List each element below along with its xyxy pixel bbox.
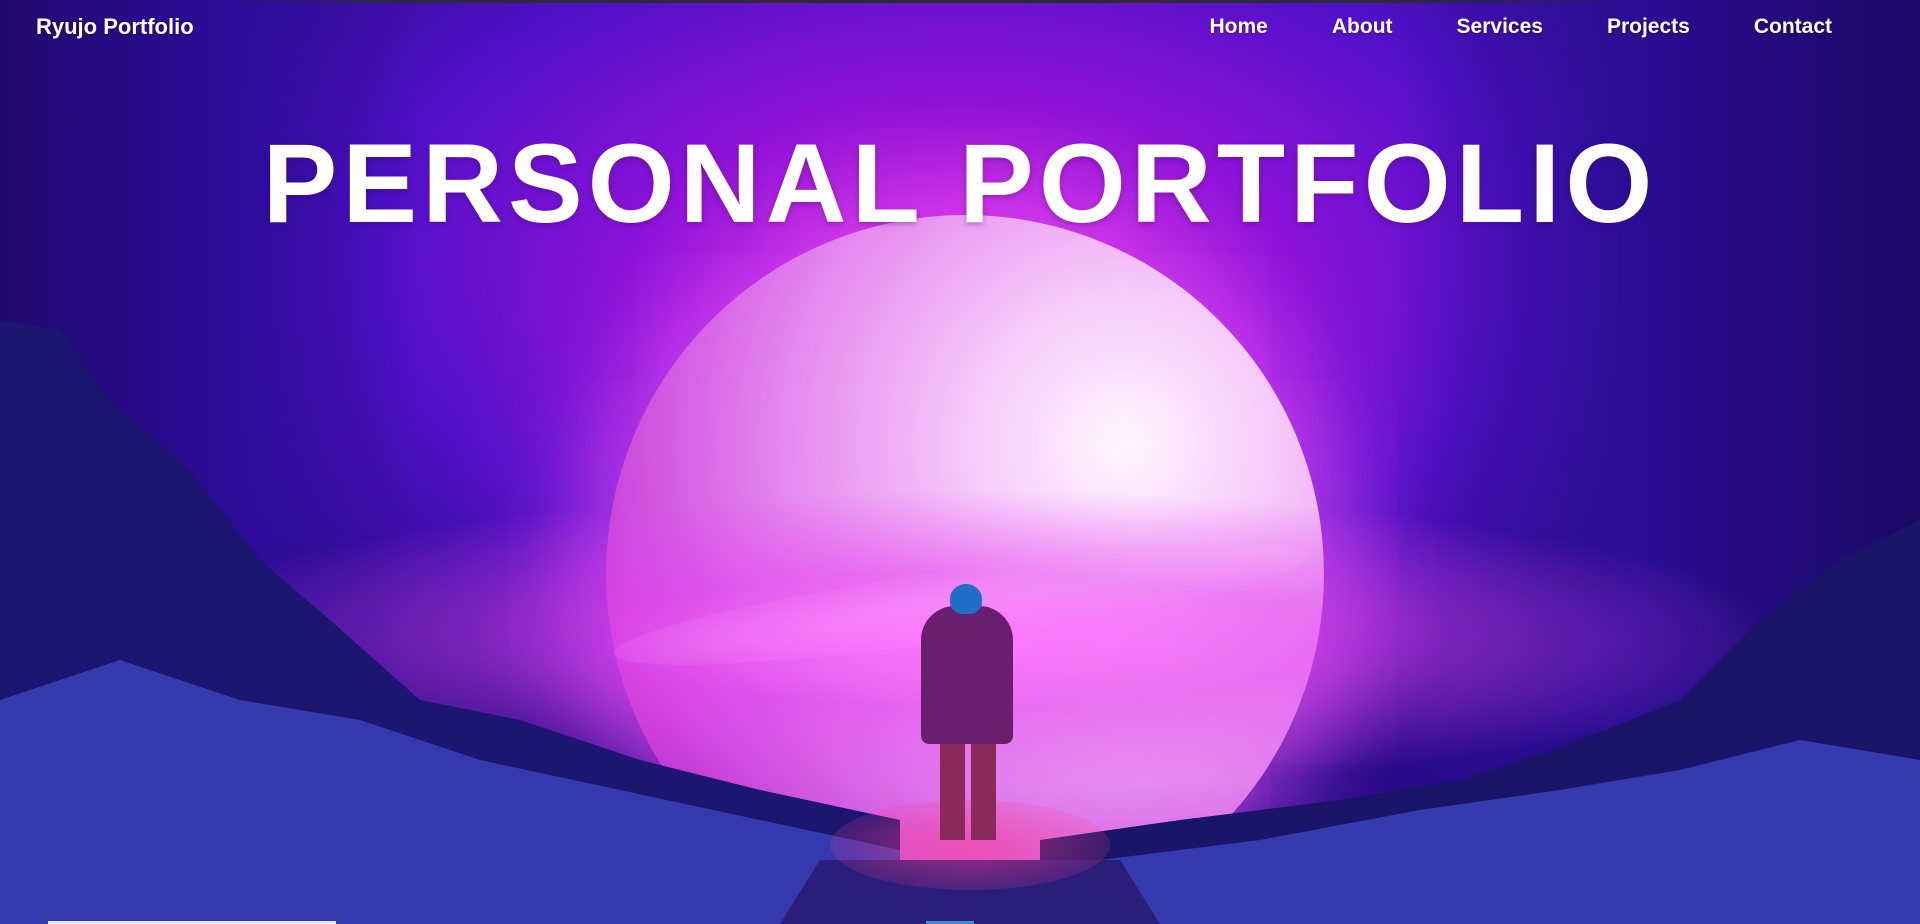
top-navbar: Ryujo Portfolio Home About Services Proj…: [0, 0, 1920, 56]
person-beanie: [950, 584, 982, 614]
person-figure: [921, 606, 1013, 744]
nav-link-contact[interactable]: Contact: [1754, 15, 1832, 38]
nav-item-services: Services: [1457, 15, 1543, 39]
nav-link-services[interactable]: Services: [1457, 15, 1543, 38]
nav-link-projects[interactable]: Projects: [1607, 15, 1690, 38]
hero-section: PERSONAL PORTFOLIO Ryujo Portfolio Home …: [0, 0, 1920, 924]
nav-item-about: About: [1332, 15, 1393, 39]
hero-headline: PERSONAL PORTFOLIO: [262, 121, 1658, 246]
nav-item-projects: Projects: [1607, 15, 1690, 39]
nav-link-about[interactable]: About: [1332, 15, 1393, 38]
nav-link-home[interactable]: Home: [1210, 15, 1268, 38]
nav-item-home: Home: [1210, 15, 1268, 39]
person-legs: [940, 740, 996, 840]
brand-logo-link[interactable]: Ryujo Portfolio: [36, 14, 194, 40]
nav-links: Home About Services Projects Contact: [1210, 15, 1832, 39]
nav-item-contact: Contact: [1754, 15, 1832, 39]
